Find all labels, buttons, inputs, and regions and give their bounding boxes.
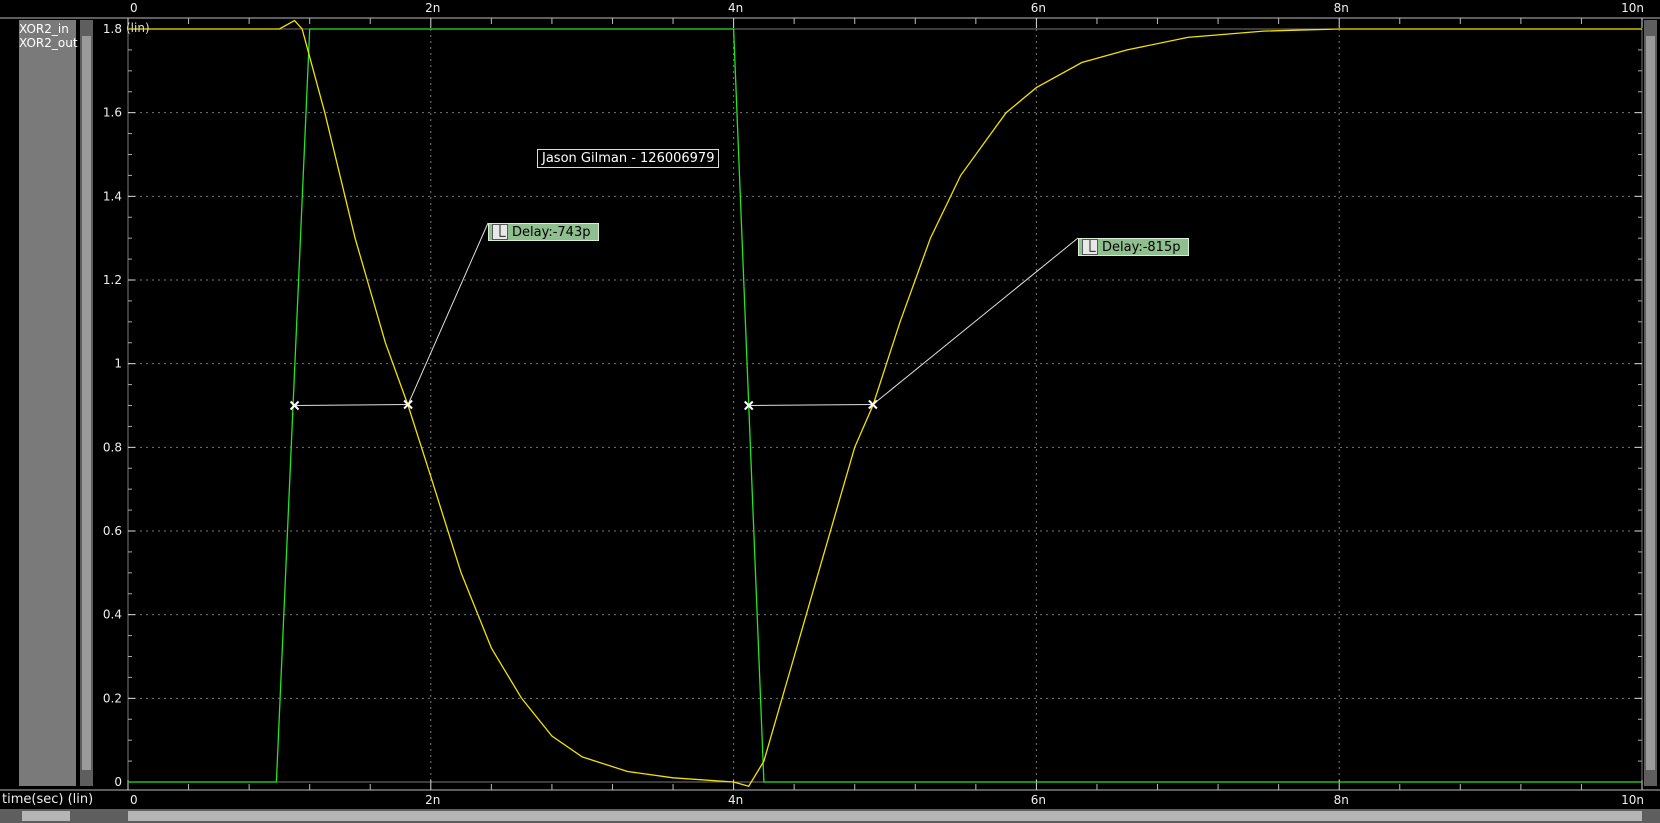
y-tick-label: 1 — [114, 357, 122, 371]
y-tick-label: 0.6 — [103, 524, 122, 538]
delay-label-1[interactable]: ⎿ Delay:-743p — [488, 223, 600, 241]
x-tick-label-bottom: 2n — [425, 793, 440, 807]
left-panel-gray — [19, 20, 76, 786]
delay-label-1-text: Delay:-743p — [512, 224, 591, 240]
x-tick-label-bottom: 0 — [130, 793, 138, 807]
measure-icon: ⎿ — [492, 224, 508, 240]
legend-entry-xor2-out[interactable]: XOR2_out — [19, 36, 78, 50]
y-tick-label: 1.2 — [103, 273, 122, 287]
x-tick-label-bottom: 4n — [728, 793, 743, 807]
y-tick-label: 0.4 — [103, 608, 122, 622]
annotation-label[interactable]: Jason Gilman - 126006979 — [537, 149, 720, 168]
x-tick-label-bottom: 6n — [1031, 793, 1046, 807]
y-tick-label: 1.6 — [103, 106, 122, 120]
horizontal-scrollbar-thumb[interactable] — [128, 811, 1642, 821]
y-tick-label: 1.8 — [103, 22, 122, 36]
x-tick-label-top: 8n — [1334, 1, 1349, 15]
legend-entry-xor2-in[interactable]: XOR2_in — [19, 22, 69, 36]
x-axis-label: time(sec) (lin) — [2, 792, 94, 807]
y-scale-label: (lin) — [126, 21, 150, 35]
horizontal-scrollbar-left-thumb[interactable] — [22, 811, 70, 821]
right-scrollbar-thumb[interactable] — [1646, 36, 1655, 770]
delay-label-2[interactable]: ⎿ Delay:-815p — [1078, 238, 1190, 256]
y-tick-label: 0.8 — [103, 440, 122, 454]
delay-label-2-text: Delay:-815p — [1102, 239, 1181, 255]
x-tick-label-top: 2n — [425, 1, 440, 15]
y-tick-label: 0 — [114, 775, 122, 789]
x-tick-label-top: 4n — [728, 1, 743, 15]
x-tick-label-top: 10n — [1621, 1, 1644, 15]
y-tick-label: 1.4 — [103, 189, 122, 203]
x-tick-label-top: 0 — [130, 1, 138, 15]
y-tick-label: 0.2 — [103, 691, 122, 705]
waveform-chart: 002n2n4n4n6n6n8n8n10n10n00.20.40.60.811.… — [0, 1, 1660, 823]
x-tick-label-bottom: 10n — [1621, 793, 1644, 807]
plot-area — [127, 28, 1643, 783]
vertical-scrollbar-thumb[interactable] — [82, 36, 91, 770]
measure-icon: ⎿ — [1082, 239, 1098, 255]
x-tick-label-bottom: 8n — [1334, 793, 1349, 807]
x-tick-label-top: 6n — [1031, 1, 1046, 15]
